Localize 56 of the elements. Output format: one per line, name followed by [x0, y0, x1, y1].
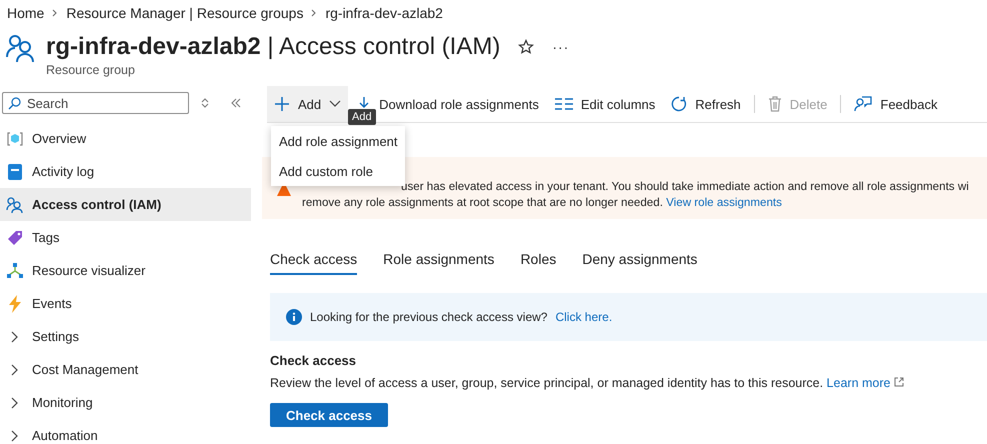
info-icon	[286, 309, 302, 325]
chevron-right-icon	[311, 9, 318, 17]
toolbar-button[interactable]: Feedback	[847, 86, 944, 122]
page-title: rg-infra-dev-azlab2 | Access control (IAM)	[46, 33, 500, 61]
nav-group[interactable]: Automation	[0, 419, 251, 444]
tab[interactable]: Check access	[270, 251, 358, 275]
lightning-icon	[8, 294, 22, 312]
search-field[interactable]: Search	[2, 92, 189, 114]
sort-icon[interactable]	[201, 98, 209, 108]
refresh-icon	[671, 96, 688, 112]
nav-item[interactable]: Access control (IAM)	[0, 188, 251, 221]
page-subtitle: Resource group	[46, 63, 136, 77]
people-icon	[6, 196, 24, 212]
trash-icon	[768, 96, 782, 112]
tab[interactable]: Role assignments	[383, 251, 494, 275]
learn-more-link[interactable]: Learn more	[826, 376, 904, 390]
star-icon[interactable]	[518, 39, 534, 55]
feedback-icon	[854, 96, 872, 112]
section-title: Check access	[270, 353, 358, 368]
nav-item[interactable]: Resource visualizer	[0, 254, 251, 287]
breadcrumb-link[interactable]: Resource Manager | Resource groups	[66, 5, 304, 21]
add-menu-button[interactable]: Add	[267, 86, 348, 122]
info-link[interactable]: Click here.	[555, 310, 612, 324]
log-icon	[8, 164, 22, 180]
more-options[interactable]: ···	[552, 39, 570, 55]
plus-icon	[274, 96, 290, 112]
check-access-button[interactable]: Check access	[270, 403, 388, 427]
tag-icon	[7, 230, 23, 246]
nav-item[interactable]: Tags	[0, 221, 251, 254]
breadcrumb-link[interactable]: rg-infra-dev-azlab2	[325, 5, 443, 21]
tooltip: Add	[348, 109, 376, 125]
columns-icon	[554, 98, 573, 110]
toolbar-button[interactable]: Edit columns	[548, 86, 662, 122]
tab[interactable]: Roles	[520, 251, 556, 275]
menu-item[interactable]: Add role assignment	[271, 126, 405, 156]
tab[interactable]: Deny assignments	[582, 251, 698, 275]
chevron-down-icon	[329, 100, 342, 108]
info-text: Looking for the previous check access view?	[310, 310, 548, 324]
search-icon	[8, 97, 21, 110]
people-icon	[6, 33, 36, 63]
banner-text: remove any role assignments at root scope that are no longer needed. View role assignments	[301, 195, 782, 211]
collapse-icon[interactable]	[231, 98, 241, 108]
breadcrumb-link[interactable]: Home	[7, 5, 44, 21]
hierarchy-icon	[6, 262, 24, 278]
cube-icon	[7, 130, 23, 146]
nav-item[interactable]: Events	[0, 287, 251, 320]
nav-item[interactable]: Overview	[0, 122, 251, 155]
external-link-icon	[894, 377, 904, 387]
banner-link[interactable]: View role assignments	[666, 196, 782, 209]
nav-item[interactable]: Activity log	[0, 155, 251, 188]
nav-group[interactable]: Settings	[0, 320, 251, 353]
section-description: Review the level of access a user, group, service principal, or managed identity has to this resource. Learn more	[270, 376, 987, 390]
toolbar-button[interactable]: Refresh	[664, 86, 748, 122]
nav-group[interactable]: Monitoring	[0, 386, 251, 419]
chevron-right-icon	[52, 9, 58, 17]
nav-group[interactable]: Cost Management	[0, 353, 251, 386]
